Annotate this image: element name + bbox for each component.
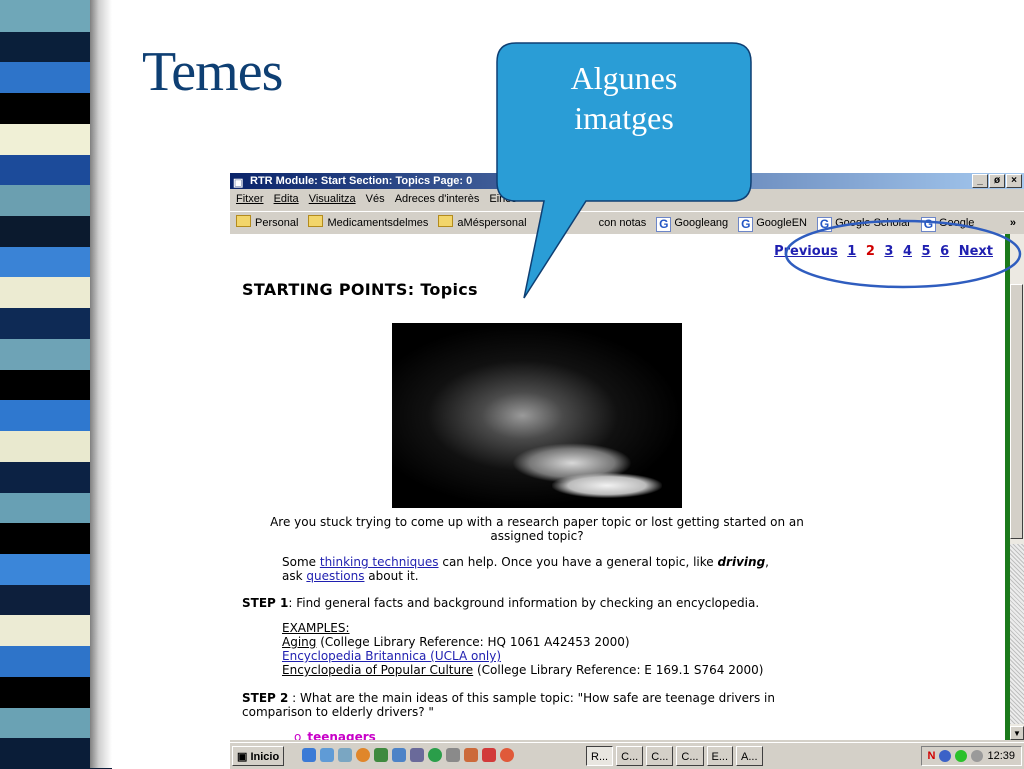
- tips-text: Some: [282, 555, 320, 569]
- step2-paragraph: STEP 2 : What are the main ideas of this…: [242, 691, 822, 719]
- tips-text: about it.: [364, 569, 419, 583]
- media-icon[interactable]: [410, 748, 424, 762]
- examples-list: EXAMPLES: Aging (College Library Referen…: [282, 621, 982, 677]
- network-icon[interactable]: [939, 750, 952, 762]
- menu-adreces[interactable]: Adreces d'interès: [395, 189, 480, 209]
- task-c3[interactable]: C...: [676, 746, 704, 766]
- callout-line-1: Algunes: [570, 60, 678, 96]
- callout-text: Algunes imatges: [496, 58, 752, 138]
- questions-link[interactable]: questions: [306, 569, 364, 583]
- pager-highlight-ellipse: [784, 219, 1022, 289]
- step2-label: STEP 2: [242, 691, 289, 705]
- step1-paragraph: STEP 1: Find general facts and backgroun…: [242, 596, 962, 610]
- menu-edita[interactable]: Edita: [274, 189, 299, 209]
- firefox-icon[interactable]: [356, 748, 370, 762]
- folder-icon: [308, 215, 324, 227]
- folder-icon: [236, 215, 251, 227]
- minimize-button[interactable]: _: [972, 174, 988, 188]
- scrollbar-track[interactable]: [1010, 544, 1024, 724]
- scrollbar-thumb[interactable]: [1010, 284, 1023, 539]
- task-c1[interactable]: C...: [616, 746, 644, 766]
- task-c2[interactable]: C...: [646, 746, 674, 766]
- example-text: (College Library Reference: E 169.1 S764…: [473, 663, 764, 677]
- editor-icon[interactable]: [392, 748, 406, 762]
- scroll-down-arrow-icon[interactable]: ▼: [1010, 726, 1024, 740]
- utility-icon[interactable]: [464, 748, 478, 762]
- task-a[interactable]: A...: [736, 746, 763, 766]
- photo-paper: [552, 473, 662, 498]
- intro-caption: Are you stuck trying to come up with a r…: [270, 515, 804, 543]
- menu-visualitza[interactable]: Visualitza: [309, 189, 356, 209]
- volume-icon[interactable]: [971, 750, 984, 762]
- restore-button[interactable]: ø: [989, 174, 1005, 188]
- system-tray: N 12:39: [920, 746, 1022, 766]
- link-label: Personal: [255, 217, 299, 229]
- callout-line-2: imatges: [574, 100, 674, 136]
- strip-shadow: [90, 0, 112, 768]
- britannica-link[interactable]: Encyclopedia Britannica (UCLA only): [282, 649, 501, 663]
- slide-title: Temes: [142, 41, 283, 103]
- browser-title: RTR Module: Start Section: Topics Page: …: [250, 175, 473, 187]
- start-label: Inicio: [250, 751, 280, 763]
- teenagers-link[interactable]: teenagers: [307, 730, 375, 740]
- player-icon[interactable]: [500, 748, 514, 762]
- photo-thinking-man: [392, 323, 682, 508]
- page-content: Previous 1 2 3 4 5 6 Next STARTING POINT…: [230, 234, 1005, 740]
- popular-culture-link[interactable]: Encyclopedia of Popular Culture: [282, 663, 473, 677]
- presentation-icon[interactable]: [482, 748, 496, 762]
- close-button[interactable]: ×: [1006, 174, 1022, 188]
- quick-launch: [302, 748, 514, 762]
- decorative-strip: [0, 0, 112, 769]
- page-heading: STARTING POINTS: Topics: [242, 280, 478, 299]
- start-button[interactable]: ▣ Inicio: [232, 746, 285, 766]
- desktop-icon[interactable]: [320, 748, 334, 762]
- tips-text: ,: [765, 555, 769, 569]
- bullet-circle-icon: o: [294, 730, 302, 740]
- menu-fitxer[interactable]: Fitxer: [236, 189, 264, 209]
- tool-icon[interactable]: [446, 748, 460, 762]
- clock: 12:39: [987, 750, 1015, 762]
- link-personal[interactable]: Personal: [236, 212, 298, 234]
- thinking-techniques-link[interactable]: thinking techniques: [320, 555, 439, 569]
- aging-link[interactable]: Aging: [282, 635, 316, 649]
- task-rtr[interactable]: R...: [586, 746, 614, 766]
- link-label: Medicamentsdelmes: [327, 217, 429, 229]
- app-icon[interactable]: [374, 748, 388, 762]
- ie-icon[interactable]: [302, 748, 316, 762]
- step1-text: : Find general facts and background info…: [288, 596, 760, 610]
- example-text: (College Library Reference: HQ 1061 A424…: [316, 635, 630, 649]
- status-icon[interactable]: [955, 750, 968, 762]
- search-icon[interactable]: [338, 748, 352, 762]
- tips-paragraph: Some thinking techniques can help. Once …: [282, 555, 822, 583]
- link-medicaments[interactable]: Medicamentsdelmes: [308, 212, 428, 234]
- tips-text: can help. Once you have a general topic,…: [438, 555, 718, 569]
- taskbar: ▣ Inicio R... C... C... C... E... A... N…: [230, 742, 1024, 769]
- tips-emphasis: driving: [717, 555, 766, 569]
- task-e[interactable]: E...: [706, 746, 734, 766]
- menu-ves[interactable]: Vés: [366, 189, 385, 209]
- bullet-item: o teenagers: [294, 730, 376, 740]
- tray-n-icon[interactable]: N: [928, 746, 936, 766]
- step2-text: : What are the main ideas of this sample…: [242, 691, 775, 719]
- vertical-scrollbar[interactable]: ▼: [1005, 234, 1024, 740]
- task-buttons: R... C... C... C... E... A...: [586, 746, 763, 766]
- windows-logo-icon: ▣: [237, 751, 248, 763]
- examples-label: EXAMPLES:: [282, 621, 350, 635]
- step1-label: STEP 1: [242, 596, 289, 610]
- folder-icon: [438, 215, 454, 227]
- chrome-icon[interactable]: [428, 748, 442, 762]
- tips-text: ask: [282, 569, 307, 583]
